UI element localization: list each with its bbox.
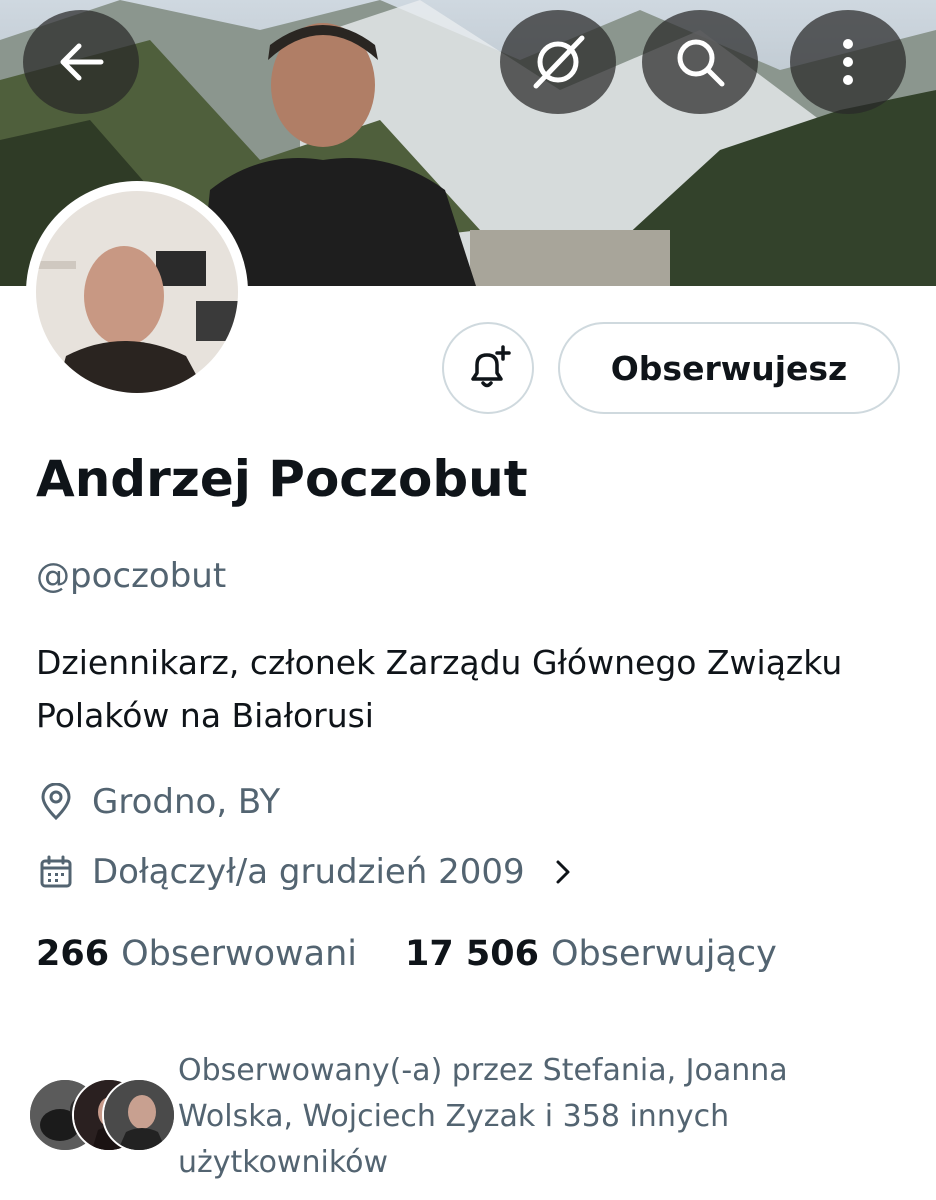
location-row: Grodno, BY <box>36 782 280 822</box>
display-name: Andrzej Poczobut <box>36 450 528 508</box>
user-handle: @poczobut <box>36 556 227 596</box>
location-pin-icon <box>36 782 76 822</box>
search-button[interactable] <box>642 10 758 114</box>
following-count: 266 <box>36 934 110 974</box>
followers-stat[interactable]: 17 506 Obserwujący <box>405 934 777 974</box>
following-button[interactable]: Obserwujesz <box>558 322 900 414</box>
back-button[interactable] <box>23 10 139 114</box>
follow-stats: 266 Obserwowani 17 506 Obserwujący <box>36 934 777 974</box>
followed-by-text[interactable]: Obserwowany(-a) przez Stefania, Joanna W… <box>178 1048 878 1186</box>
arrow-left-icon <box>60 43 104 81</box>
calendar-icon <box>36 852 76 892</box>
location-text: Grodno, BY <box>92 782 281 822</box>
more-button[interactable] <box>790 10 906 114</box>
following-button-label: Obserwujesz <box>610 348 848 388</box>
grok-icon <box>533 35 585 89</box>
profile-avatar[interactable] <box>26 181 248 403</box>
follower-avatar[interactable] <box>102 1078 176 1152</box>
followers-count: 17 506 <box>405 934 539 974</box>
following-stat[interactable]: 266 Obserwowani <box>36 934 357 974</box>
profile-bio: Dziennikarz, członek Zarządu Głównego Zw… <box>36 643 843 735</box>
notify-button[interactable] <box>442 322 534 414</box>
more-vertical-icon <box>843 39 853 85</box>
chevron-right-icon <box>553 857 573 887</box>
search-icon <box>677 39 725 87</box>
grok-button[interactable] <box>500 10 616 114</box>
avatar-image <box>36 191 238 393</box>
following-label: Obserwowani <box>121 934 358 974</box>
joined-row[interactable]: Dołączył/a grudzień 2009 <box>36 852 573 892</box>
joined-text: Dołączył/a grudzień 2009 <box>92 852 525 892</box>
bell-plus-icon <box>471 345 511 388</box>
followers-label: Obserwujący <box>550 934 777 974</box>
